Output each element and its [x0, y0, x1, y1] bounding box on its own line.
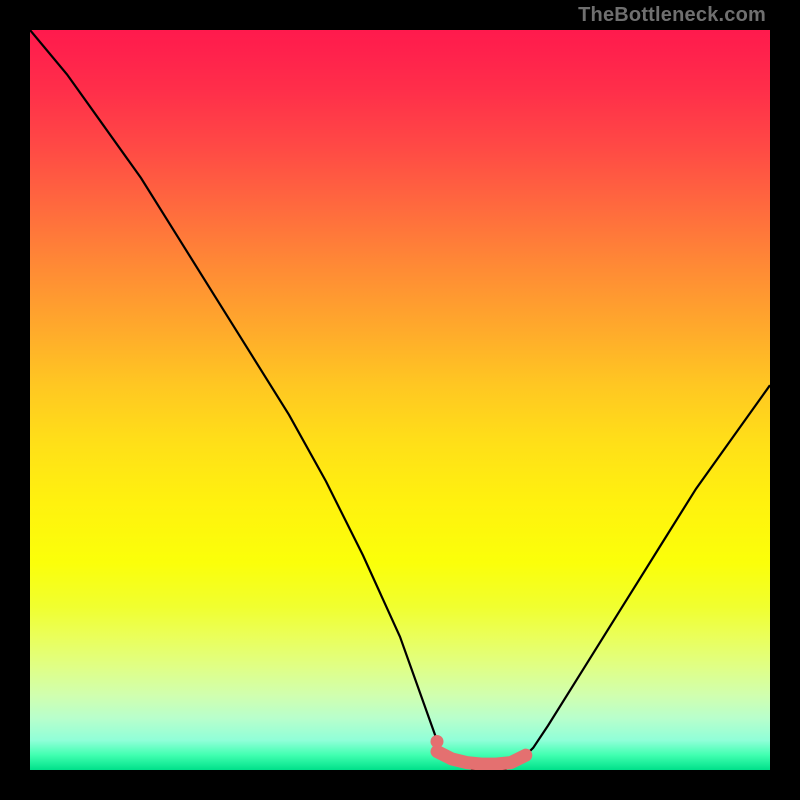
curve-layer	[30, 30, 770, 770]
bottleneck-curve	[30, 30, 770, 770]
optimal-range-highlight	[437, 752, 526, 765]
watermark: TheBottleneck.com	[578, 4, 766, 27]
optimal-dot-icon	[431, 735, 444, 748]
chart-container: TheBottleneck.com	[0, 0, 800, 800]
plot-area	[30, 30, 770, 770]
